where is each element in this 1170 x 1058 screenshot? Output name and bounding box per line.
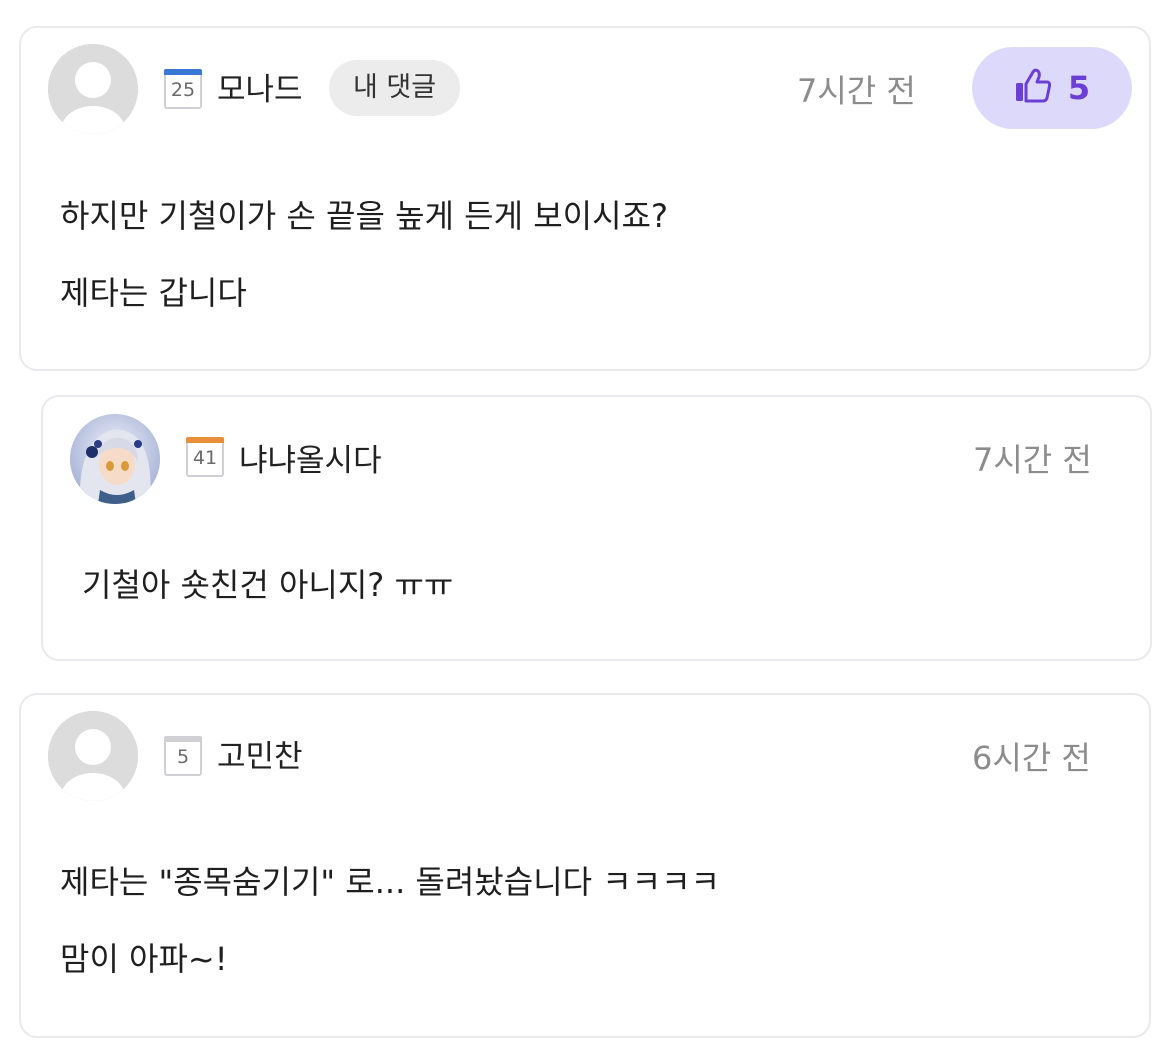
like-button[interactable]: 5 xyxy=(972,47,1132,129)
username[interactable]: 모나드 xyxy=(217,64,303,109)
my-comment-tag: 내 댓글 xyxy=(329,60,461,116)
comment-card: 25 모나드 내 댓글 7시간 전 5 하지만 기철이가 손 끝을 높게 든게 … xyxy=(19,26,1151,371)
comment-text-line: 제타는 갑니다 xyxy=(60,274,247,312)
default-avatar-icon xyxy=(48,44,138,134)
comment-time: 7시간 전 xyxy=(797,72,916,110)
level-number: 25 xyxy=(170,79,196,101)
username[interactable]: 냐냐올시다 xyxy=(239,435,382,480)
level-badge: 25 xyxy=(164,69,202,109)
level-badge: 41 xyxy=(186,437,224,477)
character-avatar-icon xyxy=(70,414,160,504)
default-avatar-icon xyxy=(48,711,138,801)
like-count: 5 xyxy=(1067,69,1091,107)
level-number: 41 xyxy=(192,447,218,469)
user-avatar[interactable] xyxy=(48,44,138,134)
level-number: 5 xyxy=(176,746,190,768)
comment-time: 7시간 전 xyxy=(973,441,1092,479)
username[interactable]: 고민찬 xyxy=(217,731,303,776)
comment-text-line: 하지만 기철이가 손 끝을 높게 든게 보이시죠? xyxy=(60,197,668,235)
comment-text-line: 맘이 아파~! xyxy=(60,940,228,978)
level-badge-bar xyxy=(164,736,202,742)
comment-text-line: 제타는 "종목숨기기" 로... 돌려놨습니다 ㅋㅋㅋㅋ xyxy=(60,863,721,901)
user-avatar[interactable] xyxy=(70,414,160,504)
level-badge-bar xyxy=(186,437,224,443)
reply-card: 41 냐냐올시다 7시간 전 기철아 숏친건 아니지? ㅠㅠ xyxy=(41,395,1152,661)
thumbs-up-icon xyxy=(1014,68,1052,108)
level-badge: 5 xyxy=(164,736,202,776)
comment-time: 6시간 전 xyxy=(972,739,1091,777)
user-avatar[interactable] xyxy=(48,711,138,801)
comment-text-line: 기철아 숏친건 아니지? ㅠㅠ xyxy=(82,566,454,604)
level-badge-bar xyxy=(164,69,202,75)
comment-card: 5 고민찬 6시간 전 제타는 "종목숨기기" 로... 돌려놨습니다 ㅋㅋㅋㅋ… xyxy=(19,693,1151,1038)
